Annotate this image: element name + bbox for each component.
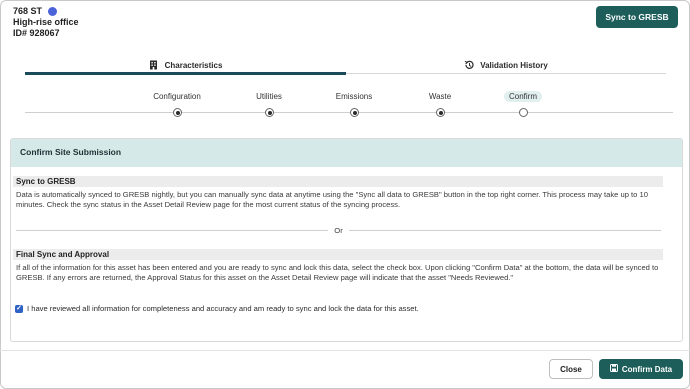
step-label: Configuration: [153, 92, 201, 101]
step-label: Confirm: [503, 91, 542, 102]
tab-characteristics-label: Characteristics: [164, 60, 223, 70]
confirm-checkbox-label: I have reviewed all information for comp…: [27, 304, 419, 313]
active-tab-indicator: [25, 72, 346, 75]
asset-type: High-rise office: [13, 17, 79, 27]
tab-validation-history[interactable]: Validation History: [346, 55, 666, 75]
divider-line: [16, 229, 329, 231]
step-complete-icon: [265, 108, 274, 117]
card-title: Confirm Site Submission: [11, 139, 682, 167]
or-label: Or: [334, 225, 343, 235]
asset-name: 768 ST: [13, 6, 58, 16]
step-current-icon: [519, 108, 528, 117]
save-icon: [609, 364, 618, 374]
footer-divider: [0, 350, 690, 351]
or-divider: Or: [16, 225, 661, 235]
step-confirm[interactable]: Confirm: [483, 91, 563, 102]
step-utilities[interactable]: Utilities: [229, 91, 309, 102]
tab-divider: [346, 73, 666, 74]
step-waste[interactable]: Waste: [400, 91, 480, 102]
tab-validation-history-label: Validation History: [480, 60, 548, 70]
sync-description: Data is automatically synced to GRESB ni…: [16, 190, 648, 209]
confirm-checkbox-row[interactable]: ✓ I have reviewed all information for co…: [15, 304, 419, 313]
status-dot-icon: [48, 6, 58, 16]
divider-line: [348, 229, 661, 231]
step-label: Emissions: [335, 92, 373, 101]
confirm-data-label: Confirm Data: [621, 364, 673, 374]
asset-id: ID# 928067: [13, 28, 60, 38]
sync-to-gresb-button[interactable]: Sync to GRESB: [596, 6, 678, 28]
confirm-data-button[interactable]: Confirm Data: [599, 359, 683, 379]
step-emissions[interactable]: Emissions: [314, 91, 394, 102]
section-title-final: Final Sync and Approval: [13, 249, 663, 260]
step-configuration[interactable]: Configuration: [137, 91, 217, 102]
section-title-sync: Sync to GRESB: [13, 176, 663, 187]
asset-name-text: 768 ST: [13, 6, 43, 16]
step-complete-icon: [436, 108, 445, 117]
building-icon: [149, 60, 159, 70]
step-label: Waste: [428, 92, 452, 101]
step-label: Utilities: [256, 92, 282, 101]
history-icon: [464, 60, 474, 70]
final-description: If all of the information for this asset…: [16, 263, 659, 282]
stepper-track: [25, 112, 673, 113]
step-complete-icon: [173, 108, 182, 117]
checkbox-checked-icon[interactable]: ✓: [15, 304, 23, 313]
close-button[interactable]: Close: [549, 359, 593, 379]
step-complete-icon: [350, 108, 359, 117]
